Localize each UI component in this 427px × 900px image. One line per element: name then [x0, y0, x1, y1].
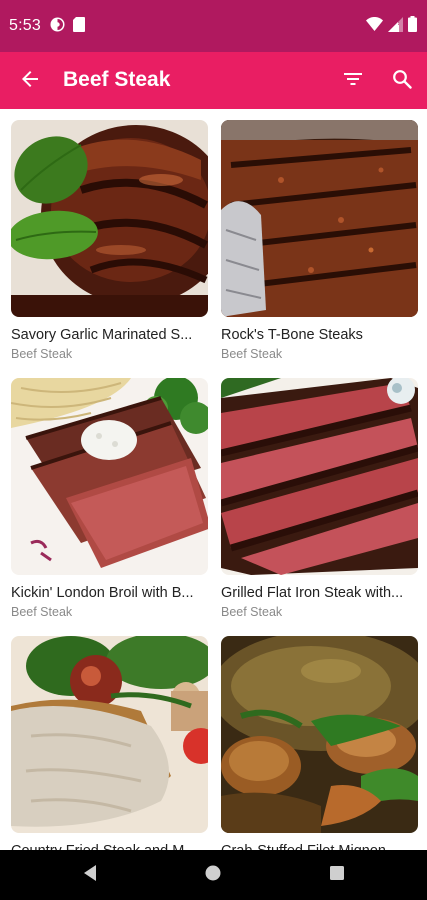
wifi-icon	[366, 16, 383, 37]
flat-iron-steak-photo	[221, 378, 418, 575]
signal-icon: !	[388, 16, 403, 37]
app-bar: Beef Steak	[0, 52, 427, 109]
search-button[interactable]	[386, 65, 418, 97]
t-bone-steak-photo	[221, 120, 418, 317]
status-time: 5:53	[9, 17, 41, 34]
recipe-card[interactable]: Country Fried Steak and M...	[11, 636, 208, 850]
svg-text:!: !	[397, 19, 400, 27]
recipe-card[interactable]: Rock's T-Bone Steaks Beef Steak	[221, 120, 418, 362]
recipe-name: Savory Garlic Marinated S...	[11, 327, 193, 343]
recipe-category: Beef Steak	[221, 605, 283, 619]
status-bar: 5:53 !	[0, 0, 427, 52]
arrow-back-icon	[20, 69, 40, 94]
page-title: Beef Steak	[63, 68, 171, 91]
sd-card-icon	[73, 17, 85, 37]
recipe-card[interactable]: Grilled Flat Iron Steak with... Beef Ste…	[221, 378, 418, 620]
recipe-name: Grilled Flat Iron Steak with...	[221, 585, 404, 601]
nav-back-button[interactable]	[77, 862, 103, 888]
search-icon	[392, 69, 412, 94]
battery-icon	[408, 16, 417, 37]
recipe-card[interactable]: Savory Garlic Marinated S... Beef Steak	[11, 120, 208, 362]
nav-recents-button[interactable]	[324, 862, 350, 888]
nav-recents-icon	[329, 865, 345, 886]
country-fried-steak-photo	[11, 636, 208, 833]
system-nav-bar	[0, 850, 427, 900]
recipe-name: Rock's T-Bone Steaks	[221, 327, 363, 343]
app-notification-icon	[50, 17, 65, 37]
nav-back-icon	[82, 864, 98, 887]
recipe-grid: Savory Garlic Marinated S... Beef Steak	[0, 109, 427, 850]
filter-button[interactable]	[337, 65, 369, 97]
filet-mignon-photo	[221, 636, 418, 833]
savory-garlic-steak-photo	[11, 120, 208, 317]
nav-home-button[interactable]	[200, 862, 226, 888]
status-left-icons	[50, 17, 85, 37]
recipe-category: Beef Steak	[221, 347, 283, 361]
recipe-card[interactable]: Crab-Stuffed Filet Mignon...	[221, 636, 418, 850]
recipe-name: Country Fried Steak and M...	[11, 842, 208, 850]
london-broil-photo	[11, 378, 208, 575]
recipe-name: Crab-Stuffed Filet Mignon...	[221, 842, 418, 850]
recipe-card[interactable]: Kickin' London Broil with B... Beef Stea…	[11, 378, 208, 620]
recipe-category: Beef Steak	[11, 347, 73, 361]
status-right-icons: !	[366, 16, 417, 37]
recipe-name: Kickin' London Broil with B...	[11, 585, 194, 601]
nav-home-icon	[204, 864, 222, 887]
back-button[interactable]	[14, 65, 46, 97]
recipe-category: Beef Steak	[11, 605, 73, 619]
filter-icon	[343, 71, 363, 92]
recipe-list-screen: 5:53 ! Beef Steak Savory Garlic Marinate…	[0, 0, 427, 900]
